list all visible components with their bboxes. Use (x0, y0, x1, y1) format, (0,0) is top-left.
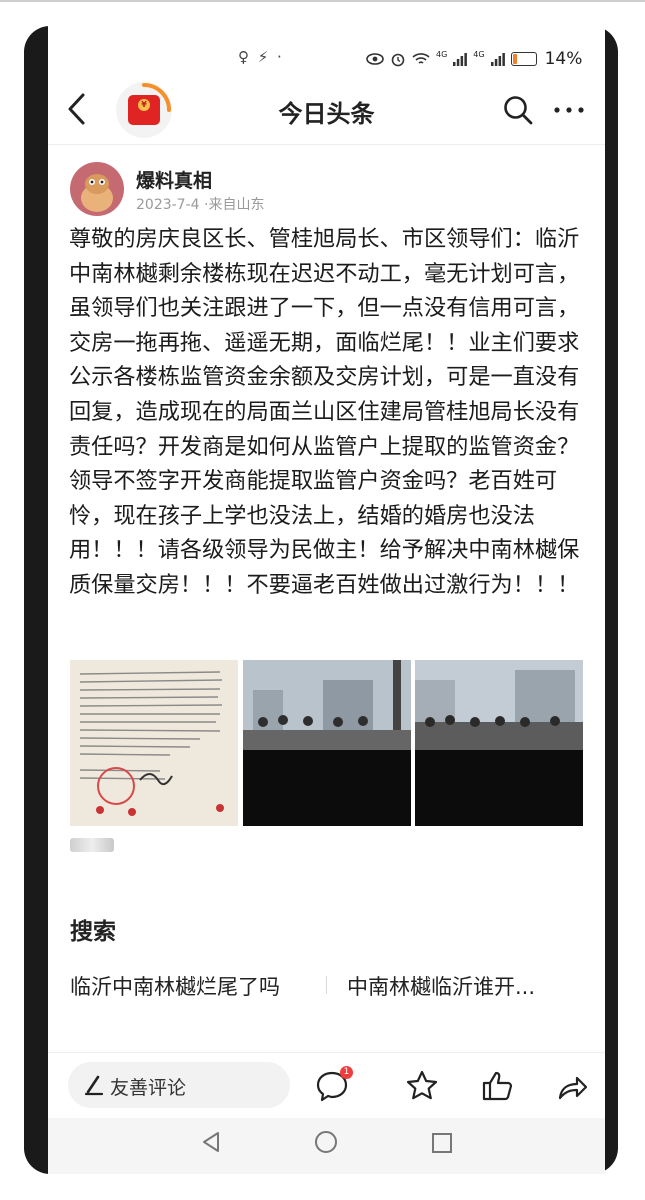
battery-percent: 14% (544, 49, 583, 69)
wifi-icon (412, 53, 430, 64)
signal-label: 4G (473, 49, 485, 59)
star-icon[interactable] (404, 1068, 440, 1104)
author-avatar[interactable] (70, 162, 124, 216)
nav-back-icon[interactable] (200, 1130, 222, 1154)
post-meta: 2023-7-4 ·来自山东 (136, 197, 265, 213)
search-suggestion[interactable]: 临沂中南林樾烂尾了吗 (70, 971, 280, 1001)
top-app-bar: ¥ 今日头条 (48, 78, 605, 140)
comment-input[interactable]: 友善评论 (68, 1062, 290, 1108)
thumbs-up-icon[interactable] (480, 1068, 516, 1104)
more-icon[interactable] (552, 96, 586, 124)
crowd-illustration (243, 660, 411, 826)
search-section-heading: 搜索 (70, 919, 116, 945)
status-right: 4G 4G 14% (366, 49, 582, 69)
bottom-divider (48, 1052, 605, 1053)
post-body-text: 尊敬的房庆良区长、管桂旭局长、市区领导们：临沂中南林樾剩余楼栋现在迟迟不动工，毫… (69, 226, 580, 598)
pen-icon (84, 1075, 104, 1096)
search-icon[interactable] (502, 94, 534, 126)
signal-icon (490, 52, 505, 66)
share-icon[interactable] (554, 1068, 590, 1104)
avatar-illustration-icon (81, 174, 113, 212)
blurred-caption (70, 838, 114, 852)
phone-screen: ♀ ⚡ · 4G 4G 14% ¥ 今日头条 爆料真相 2023-7-4 ·来自… (48, 26, 605, 1174)
search-suggestion[interactable]: 中南林樾临沂谁开... (347, 971, 535, 1001)
alarm-icon (391, 53, 405, 67)
eye-icon (366, 53, 384, 65)
signal-label: 4G (436, 49, 448, 59)
status-bar: ♀ ⚡ · 4G 4G 14% (48, 46, 605, 72)
comment-placeholder: 友善评论 (110, 1077, 187, 1099)
crowd-photo[interactable] (243, 660, 411, 826)
nav-home-icon[interactable] (314, 1130, 338, 1154)
signal-icon (453, 52, 468, 66)
battery-icon (510, 52, 537, 66)
document-illustration (70, 660, 238, 826)
suggestion-divider (326, 976, 327, 994)
document-photo[interactable] (70, 660, 238, 826)
comment-count-badge: 1 (340, 1066, 353, 1079)
author-name[interactable]: 爆料真相 (136, 166, 212, 193)
header-divider (48, 144, 605, 145)
top-divider (0, 0, 645, 2)
system-nav-bar (48, 1118, 605, 1174)
nav-recent-icon[interactable] (431, 1132, 453, 1154)
crowd-photo[interactable] (415, 660, 583, 826)
status-left-icons: ♀ ⚡ · (238, 48, 284, 66)
crowd-illustration (415, 660, 583, 826)
